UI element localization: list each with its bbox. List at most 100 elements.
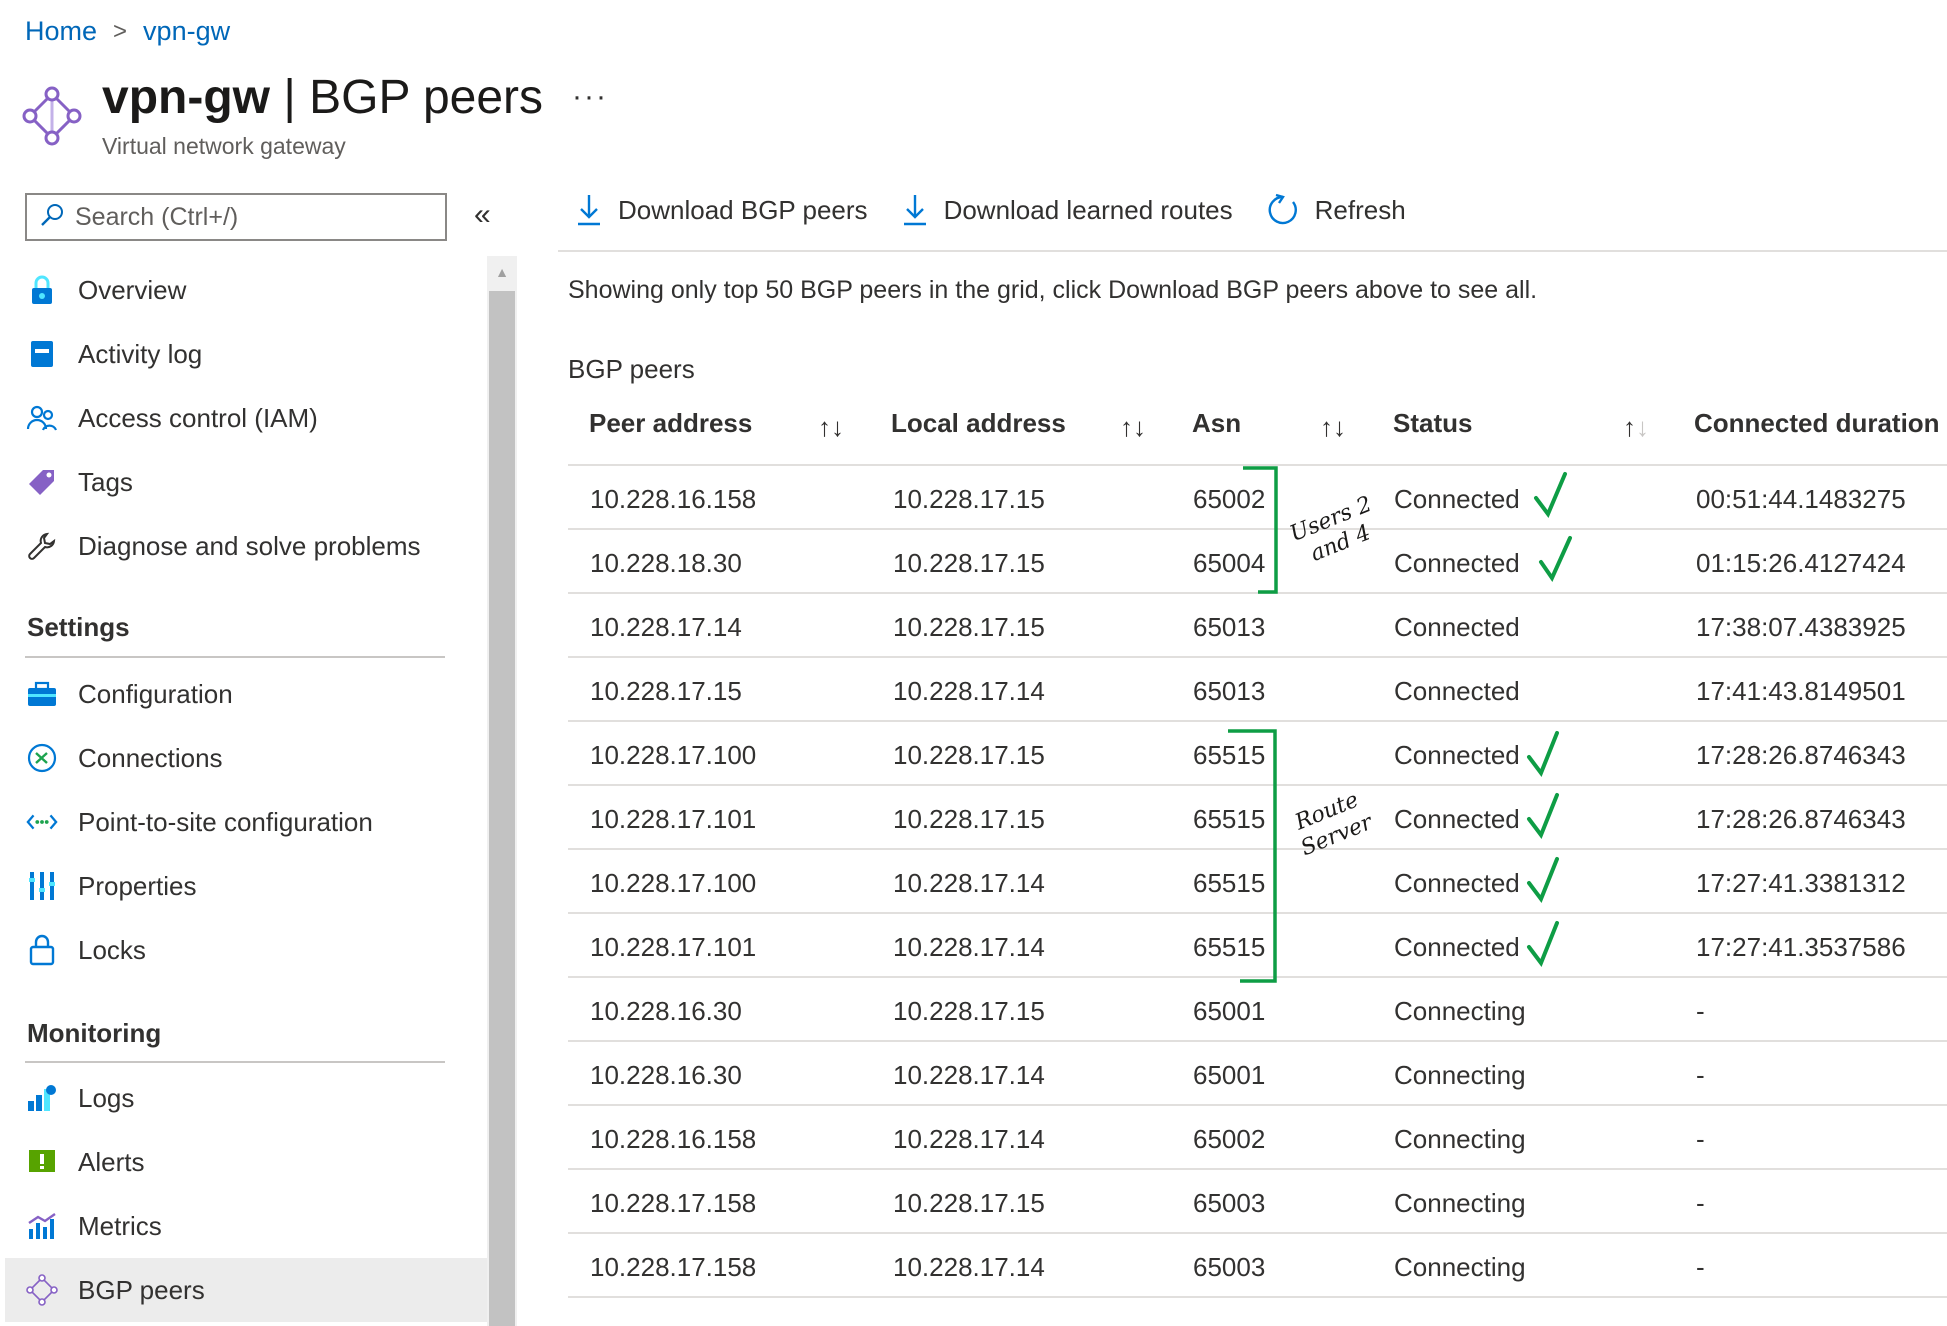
sidebar-scrollbar[interactable]: ▲ <box>487 256 517 1326</box>
table-row[interactable]: 10.228.17.14 10.228.17.15 65013 Connecte… <box>568 592 1947 656</box>
sidebar-item-metrics[interactable]: Metrics <box>0 1194 488 1258</box>
sort-arrows-icon[interactable]: ↑↓ <box>1120 412 1146 443</box>
sidebar-item-connections[interactable]: Connections <box>0 726 488 790</box>
cell-status: Connecting <box>1394 1188 1526 1218</box>
table-row[interactable]: 10.228.16.30 10.228.17.15 65001 Connecti… <box>568 976 1947 1040</box>
breadcrumb-current-link[interactable]: vpn-gw <box>143 16 230 47</box>
cell-peer-address: 10.228.16.30 <box>590 996 742 1026</box>
cell-local-address: 10.228.17.15 <box>893 996 1045 1026</box>
cell-asn: 65003 <box>1193 1188 1266 1218</box>
cell-asn: 65515 <box>1193 868 1266 898</box>
toolbox-icon <box>26 678 58 710</box>
sidebar-item-diagnose[interactable]: Diagnose and solve problems <box>0 514 488 578</box>
sidebar-item-label: Tags <box>78 466 133 497</box>
wrench-icon <box>26 530 58 562</box>
table-row[interactable]: 10.228.18.30 10.228.17.15 65004 Connecte… <box>568 528 1947 592</box>
download-bgp-peers-button[interactable]: Download BGP peers <box>574 192 868 228</box>
breadcrumb-home-link[interactable]: Home <box>25 16 97 47</box>
column-header-connected-duration[interactable]: Connected duration <box>1694 408 1940 458</box>
cell-local-address: 10.228.17.15 <box>893 548 1045 578</box>
refresh-button[interactable]: Refresh <box>1265 192 1406 228</box>
sidebar-item-locks[interactable]: Locks <box>0 918 488 982</box>
cell-asn: 65515 <box>1193 804 1266 834</box>
table-row[interactable]: 10.228.16.158 10.228.17.15 65002 Connect… <box>568 464 1947 528</box>
download-icon <box>574 192 604 228</box>
table-row[interactable]: 10.228.17.101 10.228.17.15 65515 Connect… <box>568 784 1947 848</box>
bgp-peers-icon <box>26 1274 58 1306</box>
cell-peer-address: 10.228.16.158 <box>590 484 757 514</box>
table-row[interactable]: 10.228.17.101 10.228.17.14 65515 Connect… <box>568 912 1947 976</box>
properties-icon <box>26 870 58 902</box>
table-row[interactable]: 10.228.17.100 10.228.17.15 65515 Connect… <box>568 720 1947 784</box>
collapse-sidebar-button[interactable]: « <box>474 198 491 232</box>
cell-status: Connected <box>1394 804 1520 834</box>
sort-arrows-icon[interactable]: ↑↓ <box>818 412 844 443</box>
page-subtitle: Virtual network gateway <box>102 133 346 159</box>
settings-section-header: Settings <box>27 612 130 642</box>
cell-status: Connecting <box>1394 1124 1526 1154</box>
cell-peer-address: 10.228.17.100 <box>590 740 757 770</box>
sidebar-item-label: Overview <box>78 274 187 305</box>
cell-local-address: 10.228.17.14 <box>893 1252 1045 1282</box>
more-options-button[interactable]: ··· <box>572 80 608 114</box>
sidebar-item-tags[interactable]: Tags <box>0 450 488 514</box>
sidebar-item-logs[interactable]: Logs <box>0 1066 488 1130</box>
sidebar-item-label: Access control (IAM) <box>78 402 318 433</box>
sidebar-item-bgp-peers[interactable]: BGP peers <box>5 1258 488 1322</box>
sidebar-item-overview[interactable]: Overview <box>0 258 488 322</box>
table-row[interactable]: 10.228.16.158 10.228.17.14 65002 Connect… <box>568 1104 1947 1168</box>
table-row[interactable]: 10.228.17.15 10.228.17.14 65013 Connecte… <box>568 656 1947 720</box>
cell-local-address: 10.228.17.14 <box>893 932 1045 962</box>
download-learned-routes-button[interactable]: Download learned routes <box>900 192 1233 228</box>
sidebar-item-iam[interactable]: Access control (IAM) <box>0 386 488 450</box>
sidebar-item-properties[interactable]: Properties <box>0 854 488 918</box>
cell-connected-duration: 17:27:41.3537586 <box>1696 932 1906 962</box>
table-row[interactable]: 10.228.17.100 10.228.17.14 65515 Connect… <box>568 848 1947 912</box>
scroll-up-arrow-icon[interactable]: ▲ <box>487 256 517 288</box>
cell-asn: 65002 <box>1193 484 1266 514</box>
cell-status: Connecting <box>1394 996 1526 1026</box>
page-title-resource: vpn-gw <box>102 71 270 124</box>
cell-peer-address: 10.228.17.158 <box>590 1188 757 1218</box>
network-gateway-icon <box>22 86 82 146</box>
tag-icon <box>26 466 58 498</box>
sidebar-item-label: Metrics <box>78 1210 162 1241</box>
cell-local-address: 10.228.17.14 <box>893 868 1045 898</box>
sidebar-item-alerts[interactable]: Alerts <box>0 1130 488 1194</box>
refresh-icon <box>1265 192 1301 228</box>
cell-local-address: 10.228.17.15 <box>893 484 1045 514</box>
alert-icon <box>26 1146 58 1178</box>
column-header-peer-address[interactable]: Peer address <box>589 408 752 458</box>
table-row-partial[interactable] <box>568 1296 1947 1326</box>
table-row[interactable]: 10.228.17.158 10.228.17.15 65003 Connect… <box>568 1168 1947 1232</box>
table-row[interactable]: 10.228.17.158 10.228.17.14 65003 Connect… <box>568 1232 1947 1296</box>
sort-arrows-icon[interactable]: ↑↓ <box>1320 412 1346 443</box>
cell-connected-duration: - <box>1696 1188 1705 1218</box>
cell-connected-duration: - <box>1696 1124 1705 1154</box>
table-row[interactable]: 10.228.16.30 10.228.17.14 65001 Connecti… <box>568 1040 1947 1104</box>
cell-asn: 65515 <box>1193 932 1266 962</box>
cell-peer-address: 10.228.16.30 <box>590 1060 742 1090</box>
cell-asn: 65004 <box>1193 548 1266 578</box>
monitoring-divider <box>25 1061 445 1063</box>
cell-status: Connected <box>1394 548 1520 578</box>
sidebar-search-box[interactable] <box>25 193 447 241</box>
sidebar-item-label: Activity log <box>78 338 203 369</box>
sidebar-item-label: Connections <box>78 742 223 773</box>
column-header-asn[interactable]: Asn <box>1192 408 1241 458</box>
sidebar-item-point-to-site[interactable]: Point-to-site configuration <box>0 790 488 854</box>
column-header-local-address[interactable]: Local address <box>891 408 1066 458</box>
sort-arrows-icon[interactable]: ↑↓ <box>1623 412 1649 443</box>
command-bar-divider <box>558 250 1947 252</box>
scrollbar-thumb[interactable] <box>489 291 515 1326</box>
sidebar-item-activity-log[interactable]: Activity log <box>0 322 488 386</box>
cell-asn: 65002 <box>1193 1124 1266 1154</box>
sidebar-item-label: Logs <box>78 1082 135 1113</box>
cell-peer-address: 10.228.16.158 <box>590 1124 757 1154</box>
cell-local-address: 10.228.17.15 <box>893 612 1045 642</box>
cell-connected-duration: 17:27:41.3381312 <box>1696 868 1906 898</box>
column-header-status[interactable]: Status <box>1393 408 1472 458</box>
search-input[interactable] <box>75 202 415 232</box>
sidebar-item-configuration[interactable]: Configuration <box>0 662 488 726</box>
monitoring-section-header: Monitoring <box>27 1018 162 1048</box>
